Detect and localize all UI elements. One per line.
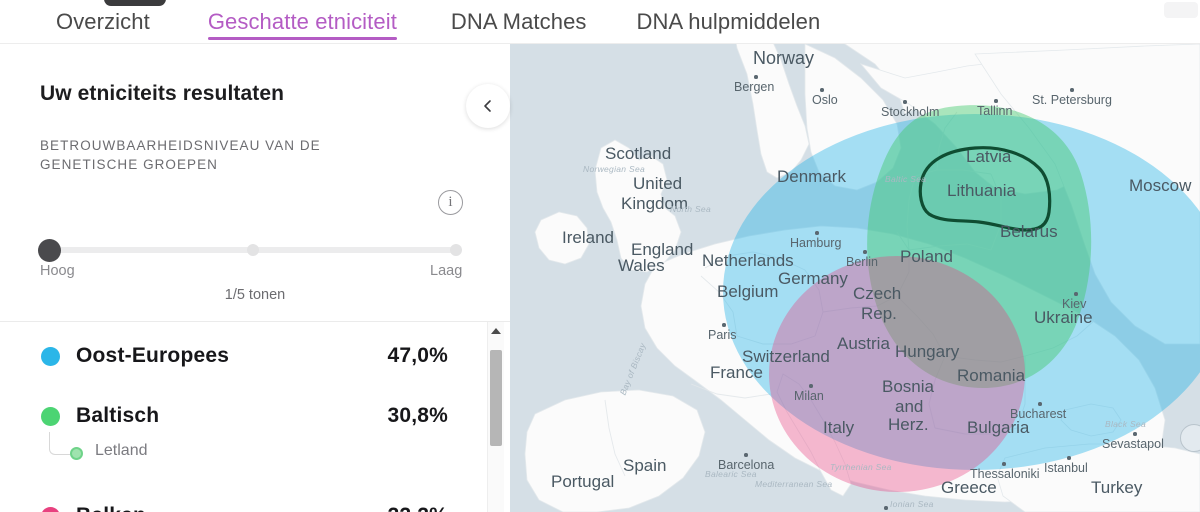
tab-dna-hulpmiddelen[interactable]: DNA hulpmiddelen — [637, 0, 821, 44]
region-blob-balkan — [769, 256, 1025, 492]
list-item[interactable]: Baltisch 30,8% — [0, 396, 485, 436]
slider-label-low: Laag — [430, 263, 463, 279]
top-tab-bar: Overzicht Geschatte etniciteit DNA Match… — [0, 0, 1200, 44]
city-dot-hamburg — [815, 231, 819, 235]
ethnicity-percent: 22,2% — [387, 504, 448, 512]
tab-dna-matches[interactable]: DNA Matches — [451, 0, 587, 44]
tab-list: Overzicht Geschatte etniciteit DNA Match… — [0, 0, 820, 44]
city-dot-barcelona — [744, 453, 748, 457]
city-dot-milan — [809, 384, 813, 388]
list-item[interactable]: Balkan 22,2% — [0, 496, 485, 512]
city-dot-stockholm — [903, 100, 907, 104]
sub-ethnicity-color-dot — [70, 447, 83, 460]
city-dot-kiev — [1074, 292, 1078, 296]
slider-tick-end[interactable] — [450, 244, 462, 256]
city-dot-bergen — [754, 75, 758, 79]
tab-dna-hulpmiddelen-label: DNA hulpmiddelen — [636, 9, 821, 34]
city-dot-tallinn — [994, 99, 998, 103]
chevron-left-icon — [484, 100, 491, 112]
slider-label-high: Hoog — [40, 263, 75, 279]
tab-overzicht-label: Overzicht — [56, 9, 150, 34]
ethnicity-map[interactable]: Norway Scotland Denmark United Kingdom I… — [505, 44, 1200, 512]
ethnicity-name: Balkan — [76, 504, 146, 512]
ethnicity-name: Oost-Europees — [76, 344, 230, 367]
tree-connector — [49, 432, 70, 455]
scrollbar-thumb[interactable] — [490, 350, 502, 446]
ethnicity-results-panel: Uw etniciteits resultaten BETROUWBAARHEI… — [0, 44, 510, 512]
shown-count-label: 1/5 tonen — [224, 287, 286, 303]
slider-tick-mid[interactable] — [247, 244, 259, 256]
city-dot-sevastapol — [1133, 432, 1137, 436]
city-dot-palermo — [884, 506, 888, 510]
city-dot-st-petersburg — [1070, 88, 1074, 92]
city-dot-berlin — [863, 250, 867, 254]
ethnicity-color-dot — [41, 507, 60, 512]
list-item[interactable]: Oost-Europees 47,0% — [0, 336, 485, 376]
city-dot-thessaloniki — [1002, 462, 1006, 466]
confidence-slider[interactable] — [38, 239, 462, 262]
confidence-level-label: BETROUWBAARHEIDSNIVEAU VAN DE GENETISCHE… — [40, 138, 321, 172]
city-dot-istanbul — [1067, 456, 1071, 460]
ethnicity-list: Oost-Europees 47,0% Baltisch 30,8% Letla… — [0, 322, 485, 512]
dna-ethnicity-page: Overzicht Geschatte etniciteit DNA Match… — [0, 0, 1200, 512]
info-icon[interactable]: i — [438, 190, 463, 215]
scroll-up-arrow[interactable] — [488, 322, 504, 339]
active-tab-underline — [207, 37, 397, 40]
browser-corner-widget — [1164, 2, 1198, 18]
ethnicity-name: Baltisch — [76, 404, 160, 427]
city-dot-bucharest — [1038, 402, 1042, 406]
panel-header: Uw etniciteits resultaten BETROUWBAARHEI… — [0, 44, 510, 322]
page-title: Uw etniciteits resultaten — [40, 82, 285, 105]
sub-ethnicity-name: Letland — [95, 442, 148, 459]
collapse-panel-button[interactable] — [466, 84, 510, 128]
slider-thumb[interactable] — [38, 239, 61, 262]
city-dot-oslo — [820, 88, 824, 92]
ethnicity-color-dot — [41, 347, 60, 366]
tab-dna-matches-label: DNA Matches — [450, 9, 587, 34]
tab-geschatte-etniciteit-label: Geschatte etniciteit — [207, 9, 397, 34]
tab-overzicht[interactable]: Overzicht — [56, 0, 150, 44]
ethnicity-color-dot — [41, 407, 60, 426]
ethnicity-percent: 47,0% — [387, 344, 448, 367]
map-graphic — [505, 44, 1200, 512]
ethnicity-percent: 30,8% — [387, 404, 448, 427]
city-dot-paris — [722, 323, 726, 327]
tabbar-divider — [0, 43, 1200, 44]
map-edge-control[interactable] — [1180, 424, 1200, 452]
tab-geschatte-etniciteit[interactable]: Geschatte etniciteit — [207, 0, 397, 44]
list-item-sub[interactable]: Letland — [0, 432, 485, 474]
list-scrollbar[interactable] — [487, 322, 504, 512]
